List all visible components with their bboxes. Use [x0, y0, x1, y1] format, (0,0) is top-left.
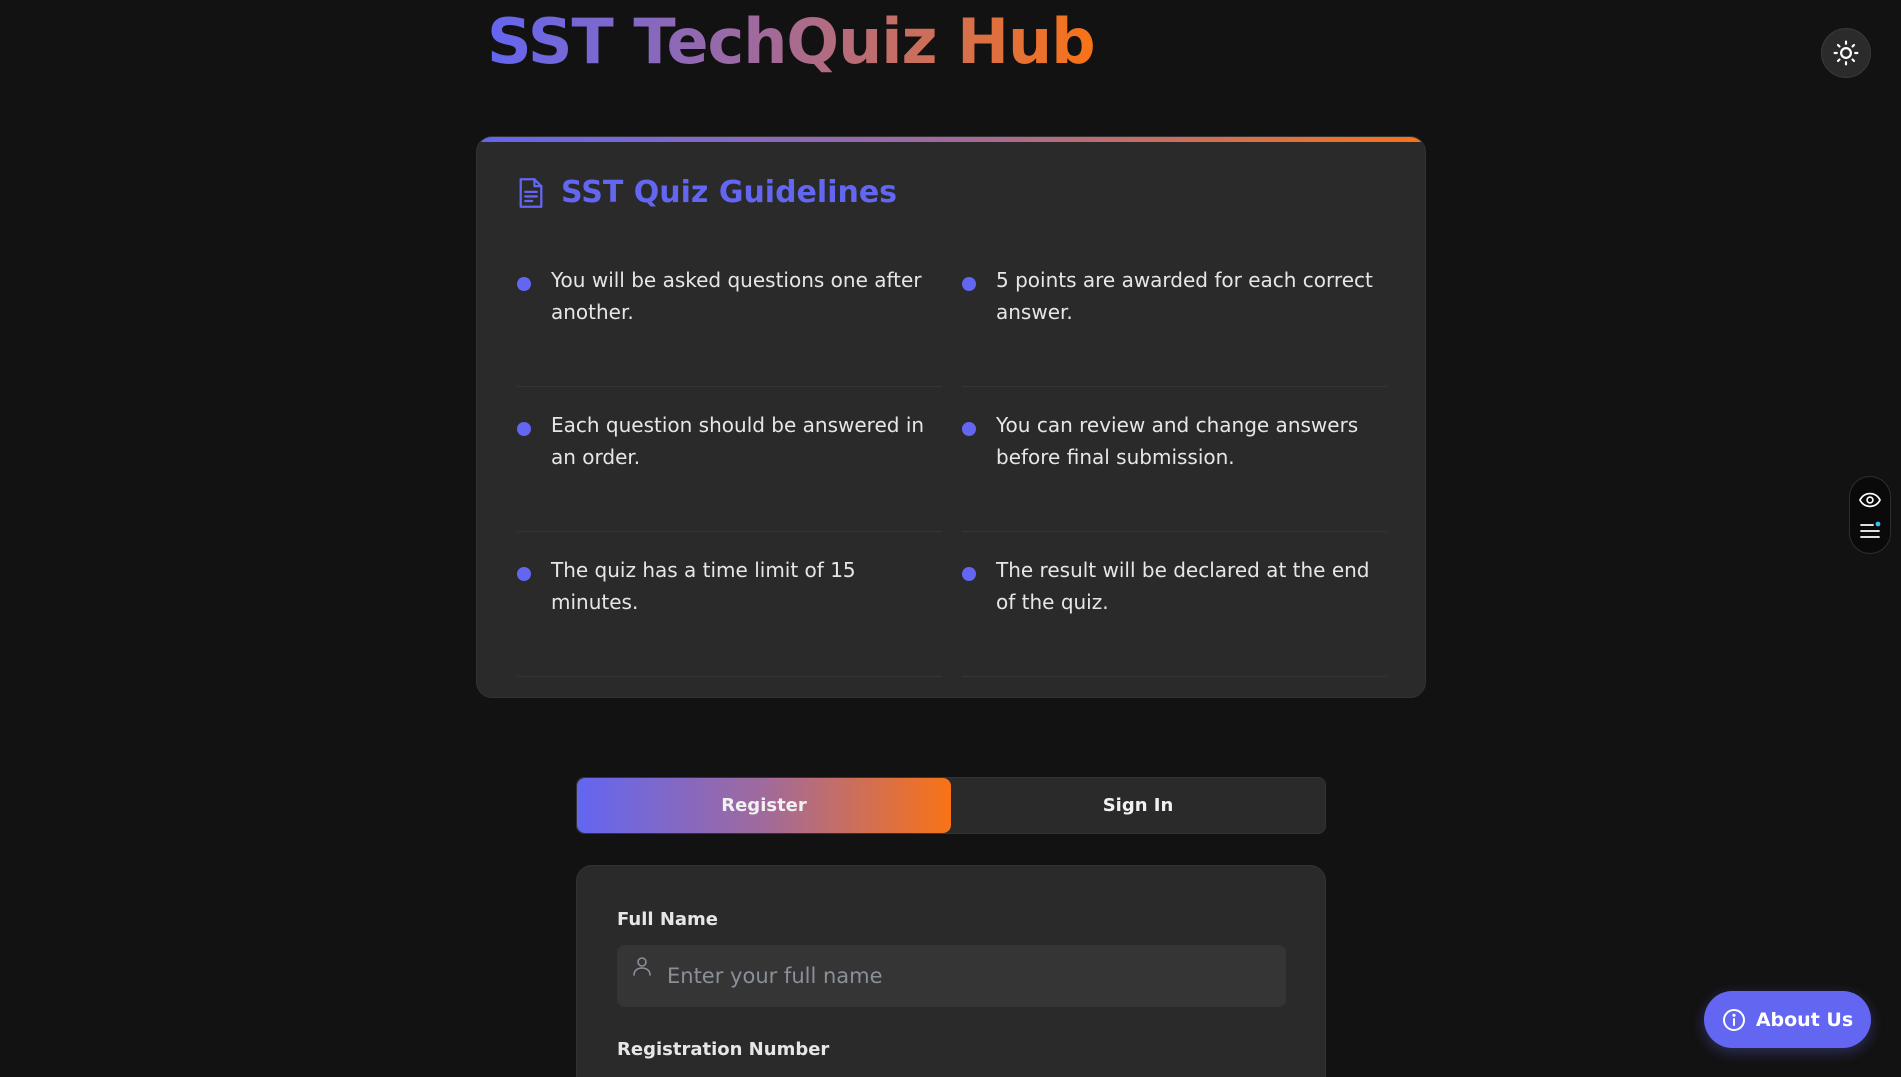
- rule-item: You will be asked questions one after an…: [517, 242, 942, 387]
- about-us-button[interactable]: About Us: [1704, 991, 1871, 1048]
- rule-item: You can review and change answers before…: [962, 387, 1387, 532]
- rule-text: The result will be declared at the end o…: [996, 558, 1370, 614]
- app-title: SST TechQuiz Hub: [487, 2, 1096, 82]
- theme-toggle-button[interactable]: [1821, 28, 1871, 78]
- rule-item: The result will be declared at the end o…: [962, 532, 1387, 677]
- rule-item: The quiz has a time limit of 15 minutes.: [517, 532, 942, 677]
- full-name-field-wrapper: [617, 945, 1286, 1007]
- side-widget: [1849, 476, 1891, 554]
- eye-button[interactable]: [1855, 487, 1885, 513]
- rules-list: You will be asked questions one after an…: [517, 242, 1387, 677]
- bullet-dot: [517, 277, 531, 291]
- gradient-accent-bar: [477, 137, 1425, 142]
- rule-text: Each question should be answered in an o…: [551, 413, 925, 469]
- page: SST TechQuiz Hub SST Quiz Guidelines You…: [0, 0, 1901, 1077]
- about-us-label: About Us: [1755, 1008, 1854, 1031]
- bullet-dot: [517, 567, 531, 581]
- bullet-dot: [962, 567, 976, 581]
- rule-text: You will be asked questions one after an…: [551, 268, 922, 324]
- full-name-label: Full Name: [617, 909, 718, 930]
- sun-icon: [1833, 40, 1859, 66]
- eye-icon: [1859, 492, 1881, 508]
- guidelines-title: SST Quiz Guidelines: [561, 175, 898, 210]
- auth-tabs: Register Sign In: [576, 777, 1326, 834]
- info-icon: [1722, 1008, 1745, 1031]
- bullet-dot: [517, 422, 531, 436]
- rule-text: The quiz has a time limit of 15 minutes.: [551, 558, 856, 614]
- rule-text: You can review and change answers before…: [996, 413, 1359, 469]
- rule-text: 5 points are awarded for each correct an…: [996, 268, 1373, 324]
- menu-button[interactable]: [1855, 517, 1885, 543]
- rule-item: 5 points are awarded for each correct an…: [962, 242, 1387, 387]
- registration-number-label: Registration Number: [617, 1039, 830, 1060]
- document-icon: [519, 177, 543, 208]
- tab-register[interactable]: Register: [577, 778, 951, 833]
- rule-item: Each question should be answered in an o…: [517, 387, 942, 532]
- tab-sign-in[interactable]: Sign In: [951, 778, 1325, 833]
- guidelines-heading: SST Quiz Guidelines: [517, 175, 897, 210]
- registration-form: Full Name Registration Number: [576, 865, 1326, 1077]
- guidelines-card: SST Quiz Guidelines You will be asked qu…: [476, 136, 1426, 698]
- full-name-input[interactable]: [667, 945, 1267, 1007]
- menu-lines-icon: [1860, 521, 1881, 538]
- bullet-dot: [962, 277, 976, 291]
- bullet-dot: [962, 422, 976, 436]
- user-icon: [633, 957, 651, 976]
